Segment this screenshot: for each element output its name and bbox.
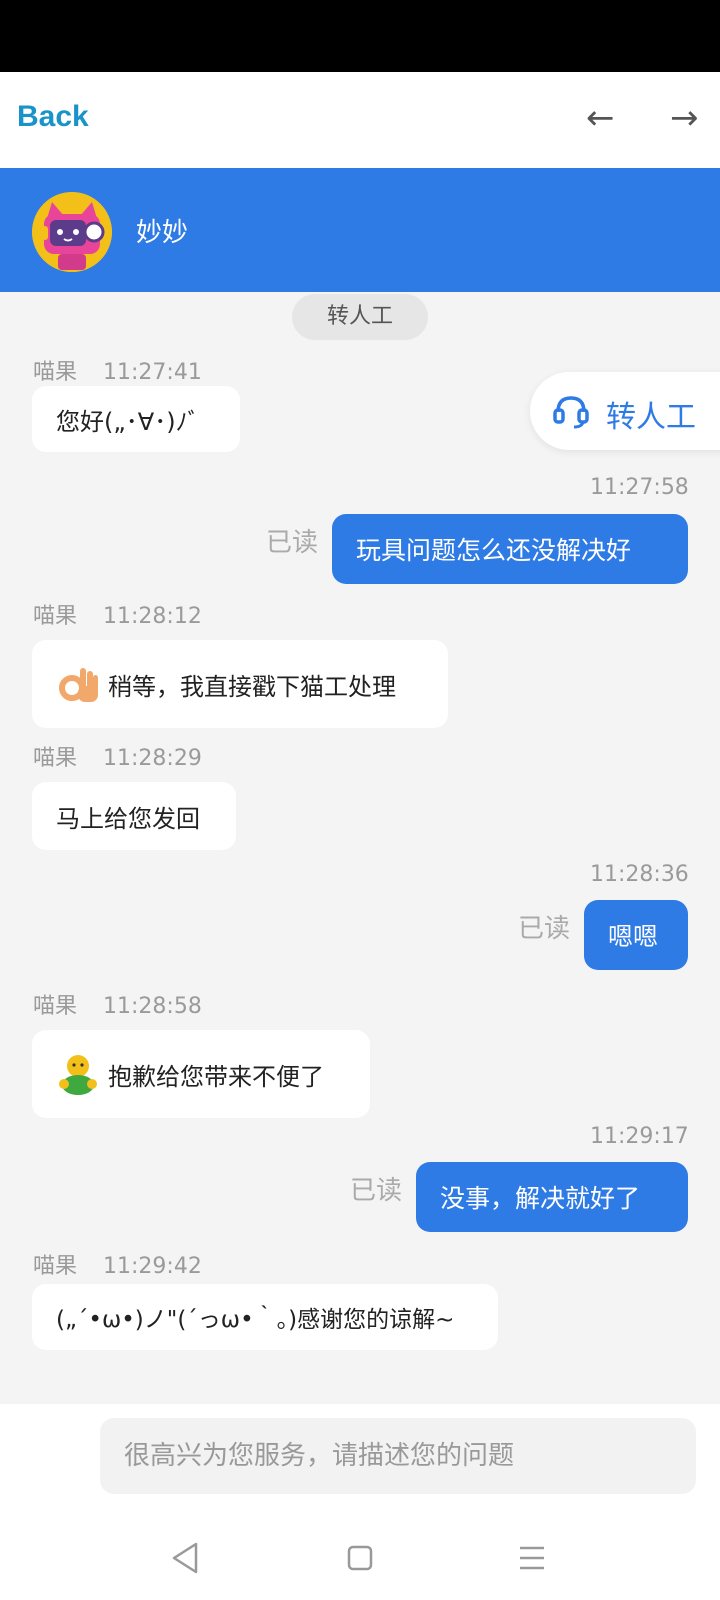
sender-name: 喵果 <box>33 1254 78 1279</box>
read-status: 已读 <box>266 528 319 558</box>
avatar[interactable] <box>32 192 112 272</box>
outgoing-message-bubble: 嗯嗯 <box>584 900 688 970</box>
message-meta: 喵果 11:27:41 <box>33 354 202 386</box>
top-navigation-bar: Back ← → <box>0 72 720 168</box>
input-bar <box>0 1404 720 1512</box>
system-navigation-bar <box>0 1512 720 1600</box>
message-text: 稍等，我直接戳下猫工处理 <box>108 672 396 701</box>
message-text: 嗯嗯 <box>608 922 659 951</box>
transfer-to-agent-chip[interactable]: 转人工 <box>292 294 428 340</box>
chat-area[interactable]: 转人工 转人工 喵果 11:27:41 您好(„･∀･)ﾉﾞ 11:27:58 已… <box>0 292 720 1404</box>
message-time: 11:27:58 <box>590 475 689 500</box>
contact-name: 妙妙 <box>136 218 189 248</box>
nav-menu-icon[interactable] <box>512 1538 552 1578</box>
message-input[interactable] <box>100 1418 696 1494</box>
read-status: 已读 <box>518 914 571 944</box>
sender-name: 喵果 <box>33 746 78 771</box>
message-time: 11:28:12 <box>103 604 202 629</box>
arrow-left-icon[interactable]: ← <box>586 98 615 138</box>
message-text: 您好(„･∀･)ﾉﾞ <box>56 407 200 436</box>
ok-hand-emoji-icon <box>59 668 98 702</box>
message-text: 玩具问题怎么还没解决好 <box>356 536 632 565</box>
incoming-message-bubble: 马上给您发回 <box>32 782 236 850</box>
green-figure-emoji-icon <box>59 1055 97 1095</box>
transfer-to-agent-label: 转人工 <box>606 400 696 435</box>
read-status: 已读 <box>350 1176 403 1206</box>
message-meta: 喵果 11:28:29 <box>33 740 202 772</box>
incoming-message-bubble: 抱歉给您带来不便了 <box>32 1030 370 1118</box>
message-time: 11:29:17 <box>590 1124 689 1149</box>
message-text: 没事，解决就好了 <box>440 1184 641 1213</box>
message-time: 11:28:58 <box>103 994 202 1019</box>
message-meta: 喵果 11:28:12 <box>33 598 202 630</box>
sender-name: 喵果 <box>33 360 78 385</box>
message-time: 11:27:41 <box>103 360 202 385</box>
incoming-message-bubble: („´•ω•)ノ"(´っω•｀。)感谢您的谅解~ <box>32 1284 498 1350</box>
transfer-to-agent-button[interactable]: 转人工 <box>530 372 720 450</box>
incoming-message-bubble: 稍等，我直接戳下猫工处理 <box>32 640 448 728</box>
outgoing-message-bubble: 玩具问题怎么还没解决好 <box>332 514 688 584</box>
message-meta: 喵果 11:29:42 <box>33 1248 202 1280</box>
arrow-right-icon[interactable]: → <box>670 98 699 138</box>
outgoing-message-bubble: 没事，解决就好了 <box>416 1162 688 1232</box>
nav-back-icon[interactable] <box>166 1538 206 1578</box>
message-text: 抱歉给您带来不便了 <box>108 1062 324 1091</box>
back-button[interactable]: Back <box>17 100 89 134</box>
sender-name: 喵果 <box>33 994 78 1019</box>
robot-cat-avatar-icon <box>32 192 112 272</box>
message-text: („´•ω•)ノ"(´っω•｀。)感谢您的谅解~ <box>56 1307 455 1333</box>
chat-header: 妙妙 <box>0 168 720 292</box>
message-time: 11:28:29 <box>103 746 202 771</box>
status-bar <box>0 0 720 72</box>
incoming-message-bubble: 您好(„･∀･)ﾉﾞ <box>32 386 240 452</box>
message-time: 11:28:36 <box>590 862 689 887</box>
sender-name: 喵果 <box>33 604 78 629</box>
message-text: 马上给您发回 <box>56 804 200 833</box>
headset-icon <box>553 396 589 429</box>
message-time: 11:29:42 <box>103 1254 202 1279</box>
nav-home-icon[interactable] <box>340 1538 380 1578</box>
message-meta: 喵果 11:28:58 <box>33 988 202 1020</box>
